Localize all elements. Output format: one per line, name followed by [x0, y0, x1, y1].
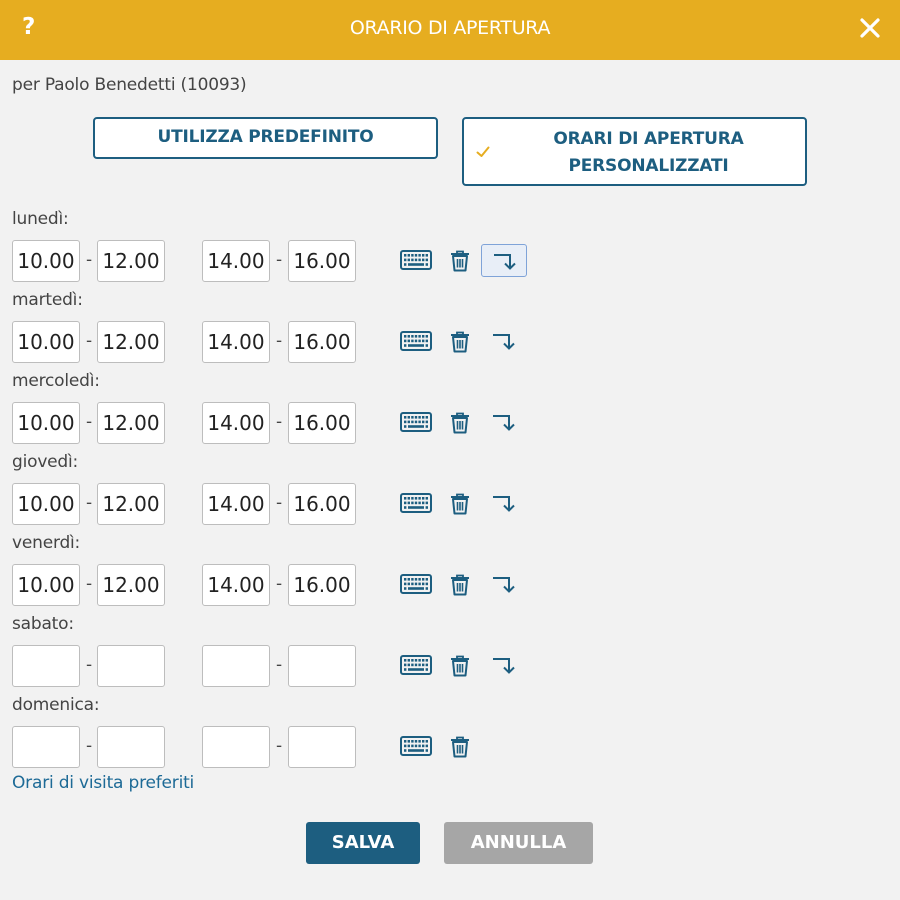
- end-time-2-input[interactable]: 16.00: [288, 564, 356, 606]
- use-default-label: UTILIZZA PREDEFINITO: [157, 127, 374, 147]
- end-time-1-input[interactable]: 12.00: [97, 402, 165, 444]
- trash-icon[interactable]: [450, 412, 470, 438]
- copy-down-icon: [493, 334, 515, 350]
- time-separator: -: [276, 736, 283, 756]
- dialog-header: ? ORARIO DI APERTURA: [0, 0, 900, 60]
- start-time-1-input[interactable]: 10.00: [12, 321, 80, 363]
- time-separator: -: [86, 412, 93, 432]
- copy-down-button[interactable]: [481, 244, 527, 277]
- time-separator: -: [276, 331, 283, 351]
- close-icon[interactable]: [858, 16, 882, 40]
- copy-down-button[interactable]: [481, 568, 527, 601]
- dialog-subtitle: per Paolo Benedetti (10093): [12, 75, 247, 95]
- copy-down-button[interactable]: [481, 487, 527, 520]
- use-default-button[interactable]: UTILIZZA PREDEFINITO: [93, 117, 438, 159]
- start-time-2-input[interactable]: 14.00: [202, 402, 270, 444]
- copy-down-button[interactable]: [481, 649, 527, 682]
- copy-down-icon: [493, 496, 515, 512]
- start-time-2-input[interactable]: [202, 726, 270, 768]
- trash-icon[interactable]: [450, 493, 470, 519]
- end-time-1-input[interactable]: 12.00: [97, 321, 165, 363]
- time-separator: -: [276, 250, 283, 270]
- copy-down-button[interactable]: [481, 406, 527, 439]
- keyboard-icon[interactable]: [400, 574, 432, 600]
- copy-down-icon: [493, 577, 515, 593]
- start-time-2-input[interactable]: 14.00: [202, 564, 270, 606]
- custom-hours-button[interactable]: ORARI DI APERTURA PERSONALIZZATI: [462, 117, 807, 186]
- day-label: giovedì:: [12, 452, 79, 472]
- end-time-2-input[interactable]: 16.00: [288, 402, 356, 444]
- custom-hours-label-line1: ORARI DI APERTURA: [553, 129, 744, 149]
- start-time-2-input[interactable]: 14.00: [202, 240, 270, 282]
- start-time-1-input[interactable]: 10.00: [12, 402, 80, 444]
- copy-down-icon: [494, 254, 516, 270]
- time-separator: -: [276, 493, 283, 513]
- time-separator: -: [86, 574, 93, 594]
- time-separator: -: [86, 736, 93, 756]
- end-time-2-input[interactable]: 16.00: [288, 240, 356, 282]
- start-time-1-input[interactable]: [12, 726, 80, 768]
- copy-down-button[interactable]: [481, 325, 527, 358]
- trash-icon[interactable]: [450, 574, 470, 600]
- save-button[interactable]: SALVA: [306, 822, 420, 864]
- trash-icon[interactable]: [450, 250, 470, 276]
- time-separator: -: [86, 250, 93, 270]
- day-label: mercoledì:: [12, 371, 100, 391]
- dialog-title: ORARIO DI APERTURA: [349, 17, 551, 39]
- time-separator: -: [86, 655, 93, 675]
- check-icon: [476, 146, 490, 157]
- start-time-1-input[interactable]: 10.00: [12, 483, 80, 525]
- copy-down-icon: [493, 658, 515, 674]
- time-separator: -: [276, 655, 283, 675]
- time-separator: -: [86, 331, 93, 351]
- start-time-1-input[interactable]: [12, 645, 80, 687]
- keyboard-icon[interactable]: [400, 493, 432, 519]
- keyboard-icon[interactable]: [400, 655, 432, 681]
- start-time-2-input[interactable]: 14.00: [202, 483, 270, 525]
- keyboard-icon[interactable]: [400, 250, 432, 276]
- end-time-2-input[interactable]: [288, 726, 356, 768]
- end-time-2-input[interactable]: 16.00: [288, 483, 356, 525]
- end-time-2-input[interactable]: [288, 645, 356, 687]
- preferred-hours-link[interactable]: Orari di visita preferiti: [12, 773, 194, 793]
- start-time-1-input[interactable]: 10.00: [12, 564, 80, 606]
- trash-icon[interactable]: [450, 736, 470, 762]
- day-label: venerdì:: [12, 533, 81, 553]
- day-label: martedì:: [12, 290, 83, 310]
- start-time-2-input[interactable]: 14.00: [202, 321, 270, 363]
- start-time-2-input[interactable]: [202, 645, 270, 687]
- end-time-1-input[interactable]: [97, 645, 165, 687]
- custom-hours-label-line2: PERSONALIZZATI: [568, 156, 729, 176]
- start-time-1-input[interactable]: 10.00: [12, 240, 80, 282]
- copy-down-icon: [493, 415, 515, 431]
- time-separator: -: [276, 574, 283, 594]
- keyboard-icon[interactable]: [400, 736, 432, 762]
- time-separator: -: [276, 412, 283, 432]
- end-time-1-input[interactable]: [97, 726, 165, 768]
- trash-icon[interactable]: [450, 331, 470, 357]
- keyboard-icon[interactable]: [400, 331, 432, 357]
- keyboard-icon[interactable]: [400, 412, 432, 438]
- end-time-2-input[interactable]: 16.00: [288, 321, 356, 363]
- cancel-button[interactable]: ANNULLA: [444, 822, 593, 864]
- day-label: domenica:: [12, 695, 100, 715]
- time-separator: -: [86, 493, 93, 513]
- day-label: lunedì:: [12, 209, 69, 229]
- trash-icon[interactable]: [450, 655, 470, 681]
- day-label: sabato:: [12, 614, 74, 634]
- end-time-1-input[interactable]: 12.00: [97, 483, 165, 525]
- end-time-1-input[interactable]: 12.00: [97, 564, 165, 606]
- end-time-1-input[interactable]: 12.00: [97, 240, 165, 282]
